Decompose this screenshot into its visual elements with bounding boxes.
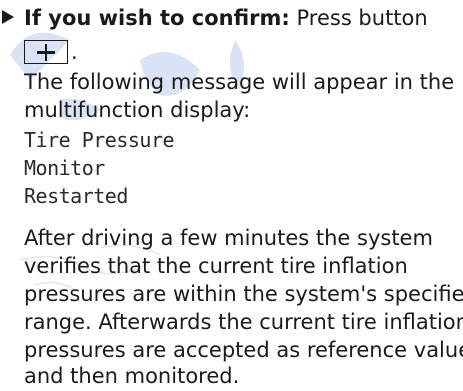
message-intro-line1: The following message will appear in the	[24, 70, 455, 94]
bullet-triangle-icon	[2, 10, 14, 24]
body-text-line4: range. Afterwards the current tire infla…	[24, 310, 463, 334]
display-message-line1: Tire Pressure	[24, 128, 175, 152]
body-text-line3: pressures are within the system's specif…	[24, 282, 463, 306]
display-message-line3: Restarted	[24, 184, 128, 208]
body-text-line1: After driving a few minutes the system	[24, 226, 433, 250]
body-text-line5: pressures are accepted as reference valu…	[24, 338, 463, 362]
instruction-end-punct: .	[71, 40, 78, 64]
message-intro-line2: multifunction display:	[24, 98, 251, 122]
instruction-text: Press button	[289, 6, 428, 30]
instruction-step: If you wish to confirm: Press button	[2, 4, 428, 32]
plus-button-icon	[24, 40, 68, 64]
instruction-bold-lead: If you wish to confirm:	[24, 6, 290, 30]
display-message-line2: Monitor	[24, 156, 105, 180]
body-text-line6: and then monitored.	[24, 364, 240, 388]
body-text-line2: verifies that the current tire inflation	[24, 254, 408, 278]
